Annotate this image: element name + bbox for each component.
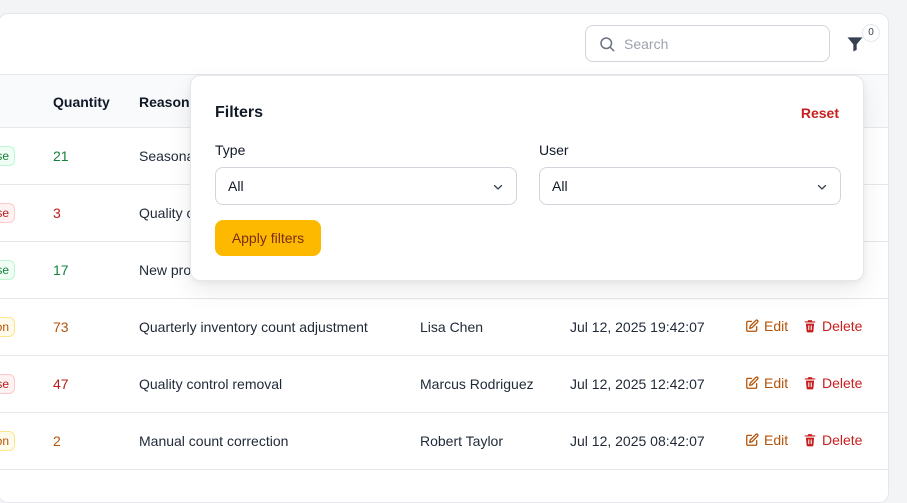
type-filter-select[interactable]: All xyxy=(215,167,517,205)
user-filter-value: All xyxy=(552,178,568,194)
edit-button[interactable]: Edit xyxy=(745,318,788,334)
edit-button[interactable]: Edit xyxy=(745,375,788,391)
edit-label: Edit xyxy=(764,375,789,391)
user-cell: Marcus Rodriguez xyxy=(420,376,534,392)
toolbar: 0 xyxy=(0,14,888,74)
type-badge: se xyxy=(0,146,15,166)
reason-cell: Manual count correction xyxy=(139,433,289,449)
edit-icon xyxy=(746,319,759,332)
delete-label: Delete xyxy=(822,318,863,334)
delete-button[interactable]: Delete xyxy=(803,318,862,334)
delete-button[interactable]: Delete xyxy=(803,375,862,391)
chevron-down-icon xyxy=(817,184,827,190)
quantity-cell: 47 xyxy=(53,376,69,392)
user-cell: Robert Taylor xyxy=(420,433,504,449)
type-badge: ction xyxy=(0,317,15,337)
reason-cell: Quarterly inventory count adjustment xyxy=(139,319,368,335)
quantity-cell: 17 xyxy=(53,262,69,278)
type-filter-label: Type xyxy=(215,142,246,158)
trash-icon xyxy=(804,320,816,333)
reason-cell: Quality control removal xyxy=(139,376,283,392)
filters-popover: Filters Reset Type User All All Apply fi… xyxy=(190,75,864,281)
search-icon xyxy=(600,36,615,51)
quantity-cell: 73 xyxy=(53,319,69,335)
column-header-quantity[interactable]: Quantity xyxy=(53,94,110,110)
reset-filters-button[interactable]: Reset xyxy=(801,105,839,121)
delete-label: Delete xyxy=(822,432,863,448)
type-badge: se xyxy=(0,260,15,280)
trash-icon xyxy=(804,377,816,390)
table-row: ction 2 Manual count correction Robert Tayl… xyxy=(0,413,888,470)
search-input[interactable] xyxy=(624,35,814,52)
edit-icon xyxy=(746,433,759,446)
table-row: se 47 Quality control removal Marcus Rodrig… xyxy=(0,356,888,413)
date-cell: Jul 12, 2025 08:42:07 xyxy=(570,433,705,449)
search-box[interactable] xyxy=(585,25,830,62)
user-filter-select[interactable]: All xyxy=(539,167,841,205)
inventory-adjustments-card: 0 Quantity Reason se21Seasonal restockEd… xyxy=(0,13,889,503)
quantity-cell: 21 xyxy=(53,148,69,164)
filters-title: Filters xyxy=(215,104,264,121)
quantity-cell: 3 xyxy=(53,205,61,221)
type-badge: ction xyxy=(0,431,15,451)
delete-label: Delete xyxy=(822,375,863,391)
filter-count-badge: 0 xyxy=(862,24,880,42)
edit-button[interactable]: Edit xyxy=(745,432,788,448)
date-cell: Jul 12, 2025 12:42:07 xyxy=(570,376,705,392)
user-cell: Lisa Chen xyxy=(420,319,484,335)
edit-label: Edit xyxy=(764,318,789,334)
type-badge: se xyxy=(0,374,15,394)
column-header-reason[interactable]: Reason xyxy=(139,94,190,110)
type-badge: se xyxy=(0,203,15,223)
quantity-cell: 2 xyxy=(53,433,61,449)
user-filter-label: User xyxy=(539,142,569,158)
edit-icon xyxy=(746,376,759,389)
chevron-down-icon xyxy=(493,184,503,190)
edit-label: Edit xyxy=(764,432,789,448)
type-filter-value: All xyxy=(228,178,244,194)
delete-button[interactable]: Delete xyxy=(803,432,862,448)
date-cell: Jul 12, 2025 19:42:07 xyxy=(570,319,705,335)
apply-filters-button[interactable]: Apply filters xyxy=(215,220,321,256)
trash-icon xyxy=(804,434,816,447)
table-row: ction 73 Quarterly inventory count adjustm… xyxy=(0,299,888,356)
